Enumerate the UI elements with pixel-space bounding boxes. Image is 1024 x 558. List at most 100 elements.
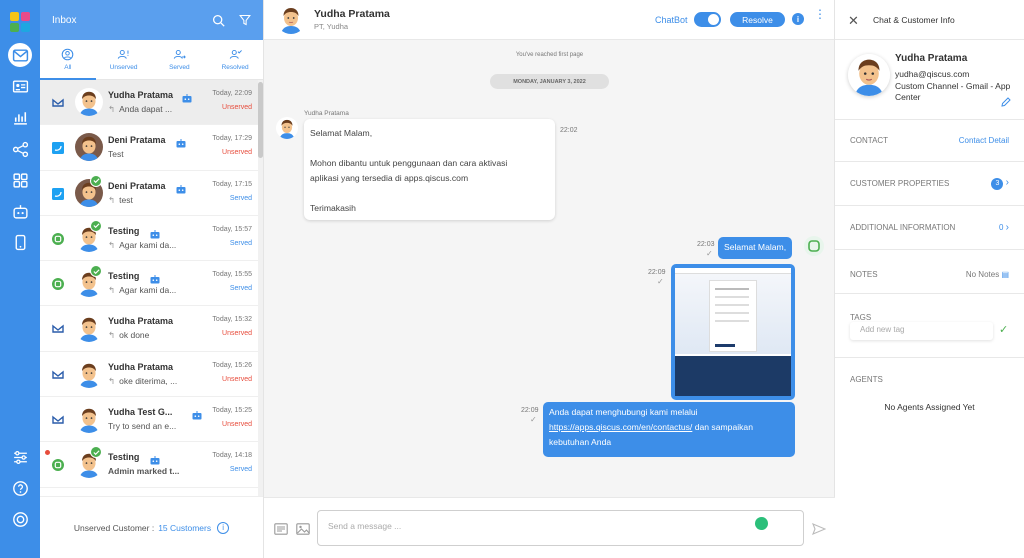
- additional-information-section[interactable]: ADDITIONAL INFORMATION 0 ›: [835, 206, 1024, 250]
- info-icon[interactable]: i: [792, 13, 804, 25]
- conversation-preview: ↰ Agar kami da...: [108, 285, 190, 296]
- user-arrow-icon: [173, 49, 186, 59]
- message-time: 22:09: [521, 407, 539, 414]
- chevron-right-icon: ›: [1005, 222, 1009, 233]
- conversation-row[interactable]: Yudha Pratama ↰ Anda dapat ... Today, 22:09…: [40, 80, 258, 126]
- conversation-row[interactable]: Testing Admin marked t... Today, 14:18 Serv…: [40, 442, 258, 488]
- avatar: [75, 359, 103, 388]
- note-icon[interactable]: ▤: [1001, 270, 1009, 279]
- emoji-icon[interactable]: [755, 517, 768, 530]
- bot-icon: [150, 452, 160, 465]
- additional-information-count: 0: [998, 223, 1004, 232]
- apps-grid-icon[interactable]: [8, 168, 32, 192]
- tab-all[interactable]: All: [40, 40, 96, 80]
- tab-unserved-label: Unserved: [109, 64, 138, 71]
- customer-properties-section[interactable]: CUSTOMER PROPERTIES 3 ›: [835, 162, 1024, 206]
- qiscus-logo: [10, 12, 31, 33]
- tab-unserved[interactable]: Unserved: [96, 40, 152, 79]
- user-circle-icon: [62, 48, 74, 61]
- conversation-row[interactable]: Deni Pratama Test Today, 17:29 Unserved: [40, 125, 258, 171]
- tab-served[interactable]: Served: [152, 40, 208, 79]
- inbox-tabs: All Unserved Served Resolved: [40, 40, 263, 80]
- conversation-row[interactable]: Deni Pratama ↰ test Today, 17:15 Served: [40, 171, 258, 216]
- resolve-button[interactable]: Resolve: [730, 12, 785, 27]
- conversation-row[interactable]: Testing ↰ Agar kami da... Today, 15:55 Serve…: [40, 261, 258, 307]
- gmail-channel-icon: [52, 96, 64, 108]
- confirm-check-icon[interactable]: ✓: [999, 323, 1008, 336]
- outgoing-message: Anda dapat menghubungi kami melalui http…: [543, 402, 795, 457]
- conversation-time: Today, 15:32: [212, 316, 252, 324]
- inbox-panel: Inbox All Unserved Served Resolved Yudha…: [40, 0, 264, 558]
- conversation-row[interactable]: Yudha Pratama ↰ ok done Today, 15:32 Unserve…: [40, 306, 258, 352]
- status-badge: Unserved: [222, 104, 252, 111]
- chevron-right-icon: ›: [1005, 177, 1009, 188]
- integration-icon[interactable]: [8, 137, 32, 161]
- user-check-icon: [229, 49, 242, 59]
- outgoing-message-text: Selamat Malam,: [724, 242, 787, 252]
- conversation-preview-text: test: [119, 194, 133, 205]
- chatbot-toggle[interactable]: [694, 12, 721, 27]
- tab-resolved[interactable]: Resolved: [207, 40, 263, 79]
- message-sender-name: Yudha Pratama: [304, 110, 349, 117]
- help-icon[interactable]: [8, 476, 32, 500]
- more-options-icon[interactable]: ⋮: [814, 8, 826, 20]
- conversation-time: Today, 17:15: [212, 180, 252, 188]
- conversation-row[interactable]: Testing ↰ Agar kami da... Today, 15:57 Serve…: [40, 216, 258, 262]
- conversation-list-scrollbar[interactable]: [258, 80, 263, 496]
- status-badge: Unserved: [222, 421, 252, 429]
- info-icon[interactable]: i: [217, 521, 230, 534]
- template-icon[interactable]: [274, 522, 288, 535]
- conversation-row[interactable]: Yudha Test G... Try to send an e... Today,…: [40, 397, 258, 443]
- webpage-screenshot-image: [675, 268, 791, 396]
- status-badge: Served: [229, 194, 252, 202]
- bot-icon[interactable]: [8, 199, 32, 223]
- customer-info-title: Chat & Customer Info: [873, 15, 955, 25]
- inbox-nav-icon[interactable]: [8, 43, 32, 67]
- filter-icon[interactable]: [239, 14, 251, 26]
- conversation-row[interactable]: Yudha Pratama ↰ oke diterima, ... Today, 15…: [40, 352, 258, 398]
- left-nav: [0, 0, 40, 558]
- message-time: 22:02: [560, 127, 578, 134]
- incoming-message-text: Selamat Malam, Mohon dibantu untuk pengg…: [310, 128, 508, 213]
- inbox-title: Inbox: [52, 14, 77, 26]
- reply-icon: ↰: [108, 330, 116, 341]
- mobile-icon[interactable]: [8, 230, 32, 254]
- chat-customer-company: PT, Yudha: [314, 22, 349, 31]
- conversation-preview: Try to send an e...: [108, 421, 190, 431]
- status-badge: Unserved: [222, 330, 252, 338]
- customer-info-header: ✕ Chat & Customer Info: [835, 0, 1024, 40]
- send-icon[interactable]: [812, 522, 827, 540]
- conversation-name: Yudha Pratama: [108, 316, 174, 327]
- agents-section: AGENTS No Agents Assigned Yet: [835, 358, 1024, 458]
- settings-sliders-icon[interactable]: [8, 445, 32, 469]
- contact-detail-link[interactable]: Contact Detail: [959, 136, 1009, 145]
- inbox-header: Inbox: [40, 0, 263, 40]
- analytics-icon[interactable]: [8, 105, 32, 129]
- outgoing-image-message[interactable]: [671, 264, 795, 400]
- outgoing-message-text: Anda dapat menghubungi kami melalui: [549, 407, 698, 417]
- edit-pencil-icon[interactable]: [1001, 94, 1011, 107]
- conversation-list: Yudha Pratama ↰ Anda dapat ... Today, 22:09…: [40, 80, 258, 496]
- customer-profile-email: yudha@qiscus.com: [895, 69, 970, 79]
- conversation-name: Yudha Pratama: [108, 361, 174, 372]
- image-attach-icon[interactable]: [296, 522, 310, 535]
- conversation-preview: Test: [108, 149, 190, 159]
- profile-status-icon[interactable]: [8, 507, 32, 531]
- agents-label: AGENTS: [850, 375, 883, 384]
- close-icon[interactable]: ✕: [848, 13, 859, 29]
- message-input[interactable]: [328, 521, 728, 531]
- search-icon[interactable]: [212, 14, 225, 27]
- user-alert-icon: [117, 49, 129, 59]
- notes-value: No Notes: [965, 270, 1000, 279]
- tags-section: TAGS Add new tag ✓: [835, 294, 1024, 358]
- notes-section: NOTES No Notes ▤: [835, 250, 1024, 294]
- contacts-icon[interactable]: [8, 74, 32, 98]
- conversation-preview-text: Try to send an e...: [108, 421, 177, 432]
- conversation-time: Today, 22:09: [212, 90, 252, 97]
- conversation-time: Today, 17:29: [212, 135, 252, 143]
- conversation-time: Today, 15:25: [212, 407, 252, 415]
- unserved-customer-count[interactable]: 15 Customers: [158, 523, 211, 533]
- contact-us-link[interactable]: https://apps.qiscus.com/en/contactus/: [549, 422, 692, 432]
- chatbot-label: ChatBot: [655, 15, 688, 25]
- add-tag-input[interactable]: Add new tag: [850, 322, 993, 340]
